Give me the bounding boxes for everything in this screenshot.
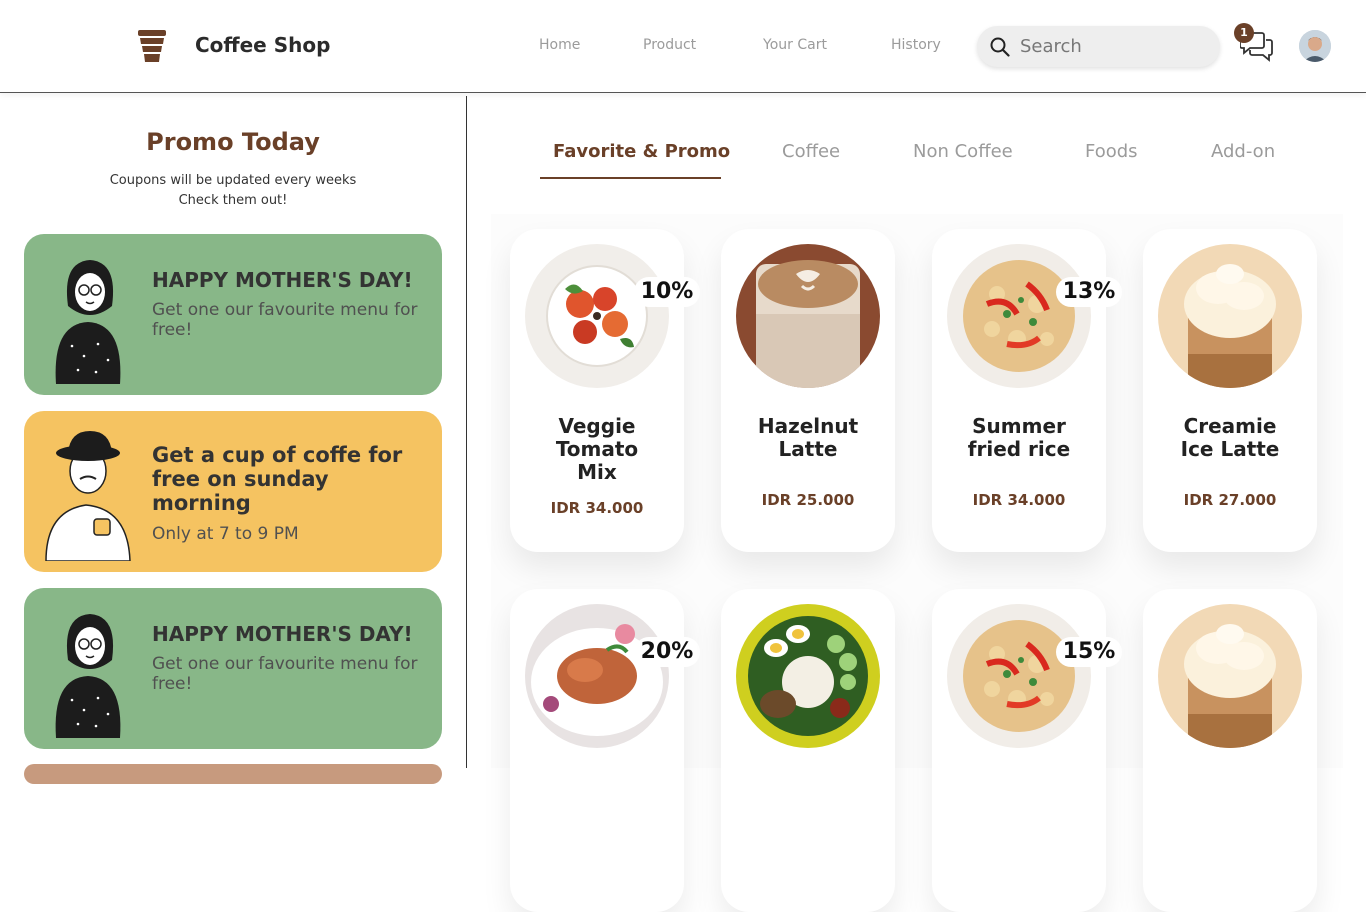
coupon-title: HAPPY MOTHER'S DAY! — [152, 622, 413, 646]
product-price: IDR 27.000 — [1183, 491, 1277, 509]
coupon-desc: Get one our favourite menu for free! — [152, 654, 418, 694]
top-bar: Coffee Shop Home Product Your Cart Histo… — [0, 0, 1366, 93]
product-name: Hazelnut Latte — [757, 414, 859, 461]
promo-subtitle-line1: Coupons will be updated every weeks — [109, 173, 357, 188]
tab-add-on[interactable]: Add-on — [1211, 141, 1275, 162]
fried-rice-image — [947, 244, 1091, 388]
ice-latte-image — [1158, 244, 1302, 388]
latte-image — [736, 244, 880, 388]
coupon-card[interactable]: HAPPY MOTHER'S DAY! Get one our favourit… — [24, 234, 442, 395]
product-image — [947, 604, 1091, 748]
product-image — [525, 604, 669, 748]
discount-badge: 20% — [634, 637, 700, 667]
tab-foods[interactable]: Foods — [1085, 141, 1138, 162]
coupon-card[interactable]: HAPPY MOTHER'S DAY! Get one our favourit… — [24, 588, 442, 749]
product-card[interactable]: 13% Summer fried rice IDR 34.000 — [932, 229, 1122, 552]
discount-badge: 10% — [634, 277, 700, 307]
chicken-image — [525, 604, 669, 748]
fried-rice-image — [947, 604, 1091, 748]
promo-title: Promo Today — [146, 128, 320, 156]
product-image — [947, 244, 1091, 388]
coupon-desc: Only at 7 to 9 PM — [152, 524, 299, 544]
tab-favorite-promo[interactable]: Favorite & Promo — [553, 141, 730, 162]
coupon-desc: Get one our favourite menu for free! — [152, 300, 418, 340]
search-input[interactable] — [1020, 26, 1210, 67]
product-card[interactable]: 10% Veggie Tomato Mix IDR 34.000 — [510, 229, 700, 552]
veggie-salad-image — [525, 244, 669, 388]
ice-latte-image — [1158, 604, 1302, 748]
nav-home[interactable]: Home — [539, 37, 580, 53]
nav-product[interactable]: Product — [643, 37, 696, 53]
active-tab-indicator — [540, 177, 721, 179]
coupon-title: Get a cup of coffe for free on sunday mo… — [152, 443, 403, 515]
woman-hijab-illustration — [55, 260, 121, 384]
product-card[interactable]: 20% — [510, 589, 700, 912]
panel-divider — [466, 96, 467, 768]
search-bar[interactable] — [977, 26, 1220, 67]
nav-history[interactable]: History — [891, 37, 941, 53]
avatar-image — [1299, 30, 1331, 62]
nasi-lemak-image — [736, 604, 880, 748]
man-with-hat-illustration — [45, 431, 131, 561]
product-card[interactable] — [1143, 589, 1317, 912]
product-price: IDR 34.000 — [550, 499, 644, 517]
product-image — [1158, 604, 1302, 748]
product-image — [1158, 244, 1302, 388]
product-price: IDR 34.000 — [972, 491, 1066, 509]
product-card[interactable]: Creamie Ice Latte IDR 27.000 — [1143, 229, 1317, 552]
coupon-card-partial[interactable] — [24, 764, 442, 784]
coffee-cup-logo-icon[interactable] — [136, 28, 168, 64]
product-price: IDR 25.000 — [761, 491, 855, 509]
user-avatar[interactable] — [1299, 30, 1331, 62]
tab-non-coffee[interactable]: Non Coffee — [913, 141, 1013, 162]
brand-name[interactable]: Coffee Shop — [195, 33, 330, 57]
coupon-title: HAPPY MOTHER'S DAY! — [152, 268, 413, 292]
discount-badge: 13% — [1056, 277, 1122, 307]
promo-subtitle: Coupons will be updated every weeks Chec… — [0, 171, 466, 211]
promo-subtitle-line2: Check them out! — [178, 193, 288, 208]
tab-coffee[interactable]: Coffee — [782, 141, 840, 162]
nav-your-cart[interactable]: Your Cart — [763, 37, 827, 53]
product-name: Veggie Tomato Mix — [555, 414, 639, 484]
woman-hijab-illustration — [55, 614, 121, 738]
product-image — [736, 604, 880, 748]
search-icon — [990, 37, 1010, 57]
product-image — [736, 244, 880, 388]
product-card[interactable] — [721, 589, 895, 912]
product-name: Creamie Ice Latte — [1180, 414, 1280, 461]
product-card[interactable]: 15% — [932, 589, 1122, 912]
discount-badge: 15% — [1056, 637, 1122, 667]
product-card[interactable]: Hazelnut Latte IDR 25.000 — [721, 229, 895, 552]
notification-badge: 1 — [1234, 23, 1254, 43]
product-name: Summer fried rice — [967, 414, 1071, 461]
product-image — [525, 244, 669, 388]
coupon-card[interactable]: Get a cup of coffe for free on sunday mo… — [24, 411, 442, 572]
